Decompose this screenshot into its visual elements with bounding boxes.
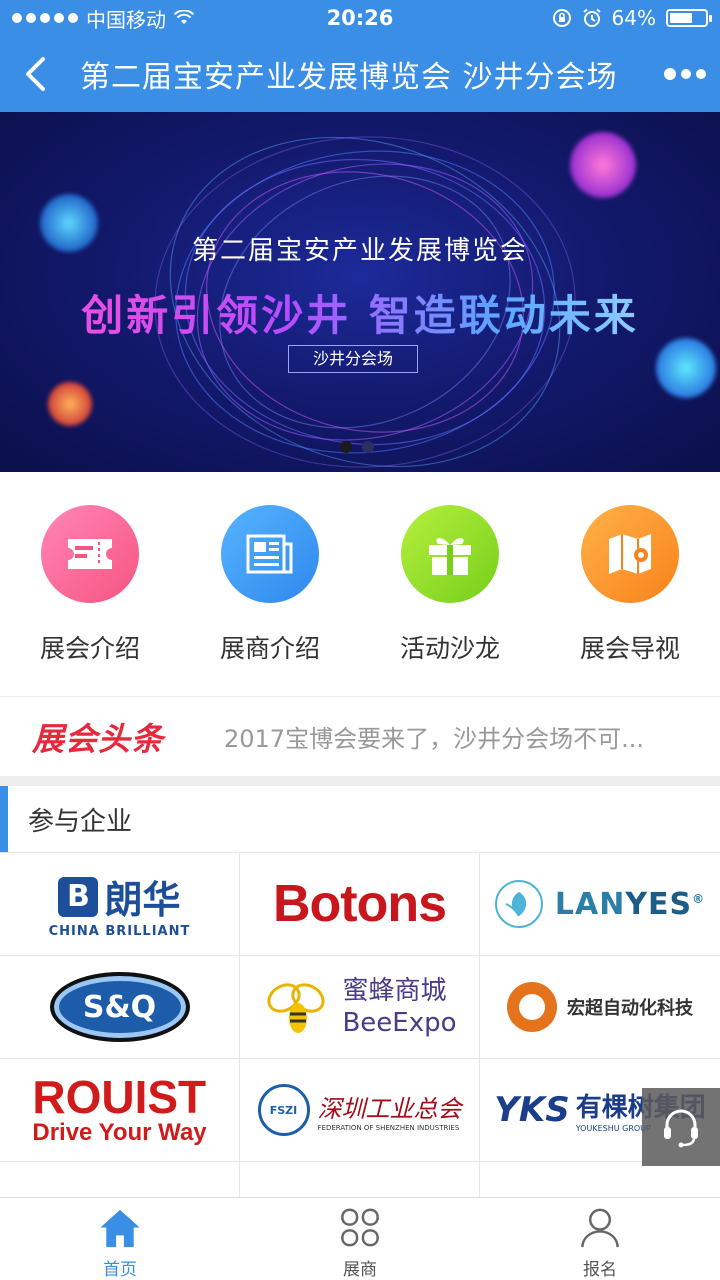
back-button[interactable] [0,36,70,112]
wifi-icon [174,10,194,24]
more-dot-icon [681,69,691,79]
gift-icon [401,505,499,603]
company-sq[interactable]: S&Q [0,956,240,1059]
tab-label: 首页 [103,1260,137,1280]
beeexpo-logo: 蜜蜂商城 BeeExpo [262,975,457,1039]
headline-ticker[interactable]: 展会头条 2017宝博会要来了，沙井分会场不可... [0,696,720,776]
company-hongchao[interactable]: 宏超自动化科技 [480,956,720,1059]
fszi-name-cn: 深圳工业总会 [317,1094,462,1123]
feature-label: 展商介绍 [219,634,320,663]
lanyes-logo: LANYES® [494,880,706,928]
banner-tag: 沙井分会场 [288,345,418,373]
signal-strength-icon [12,13,78,23]
battery-fill [670,13,692,23]
company-partial-1[interactable]: ╲ [0,1162,240,1197]
feature-label: 展会介绍 [39,634,140,663]
banner-carousel[interactable]: 第二届宝安产业发展博览会 创新引领沙井 智造联动未来 沙井分会场 [0,112,720,472]
company-botons[interactable]: Botons [240,853,480,956]
battery-icon [666,9,712,27]
customer-service-button[interactable] [642,1088,720,1166]
tab-bar: 首页 展商 报名 [0,1197,720,1280]
carousel-dot[interactable] [362,441,374,453]
company-grid: B 朗华 CHINA BRILLIANT Botons LANYES® S&Q … [0,852,720,1197]
newspaper-icon [221,505,319,603]
tab-label: 展商 [343,1260,377,1280]
lanyes-name-b: YES [625,886,693,922]
hongchao-logo: 宏超自动化科技 [507,982,693,1032]
company-beeexpo[interactable]: 蜜蜂商城 BeeExpo [240,956,480,1059]
company-partial-3[interactable]: ▔▔ ▁ ▔▔ [480,1162,720,1197]
section-header: 参与企业 [0,786,720,852]
tab-register[interactable]: 报名 [480,1198,720,1280]
rotation-lock-icon [552,9,571,27]
battery-percent: 64% [611,6,656,30]
rouist-name: ROUIST [32,1071,207,1123]
company-partial-2[interactable] [240,1162,480,1197]
company-langhua[interactable]: B 朗华 CHINA BRILLIANT [0,853,240,956]
langhua-name: 朗华 [104,878,181,922]
headline-text[interactable]: 2017宝博会要来了，沙井分会场不可... [224,719,644,754]
back-arrow-icon [26,57,45,91]
divider [0,776,720,786]
tab-home[interactable]: 首页 [0,1198,240,1280]
company-rouist[interactable]: ROUIST Drive Your Way [0,1059,240,1162]
feature-exhibitor-intro[interactable]: 展商介绍 [180,472,360,696]
beeexpo-name-en: BeeExpo [342,1008,457,1038]
feature-label: 活动沙龙 [399,634,500,663]
hongchao-mark-icon [507,982,557,1032]
feature-expo-intro[interactable]: 展会介绍 [0,472,180,696]
rouist-logo: ROUIST Drive Your Way [32,1074,206,1146]
feature-label: 展会导视 [579,634,680,663]
section-title: 参与企业 [28,806,133,837]
ticket-icon [41,505,139,603]
carousel-dot[interactable] [340,441,352,453]
phone-screen: 中国移动 20:26 64% 第二届宝安产业发展博览会 沙井分会场 第二届宝安产… [0,0,720,1280]
page-title: 第二届宝安产业发展博览会 沙井分会场 [80,60,618,95]
tab-label: 报名 [583,1260,617,1280]
registered-mark: ® [692,891,706,906]
langhua-subtitle: CHINA BRILLIANT [48,924,191,939]
lanyes-name-a: LAN [554,886,626,922]
feature-activities[interactable]: 活动沙龙 [360,472,540,696]
fszi-logo: FSZI 深圳工业总会 FEDERATION OF SHENZHEN INDUS… [257,1084,462,1136]
beeexpo-name-cn: 蜜蜂商城 [342,976,447,1006]
section-accent-bar [0,786,8,852]
rouist-slogan: Drive Your Way [32,1119,207,1146]
langhua-logo-mark: B [58,876,99,917]
grid-icon [341,1208,379,1247]
navigation-bar: 第二届宝安产业发展博览会 沙井分会场 [0,36,720,112]
banner-slogan: 创新引领沙井 智造联动未来 [0,282,720,343]
banner-title: 第二届宝安产业发展博览会 [191,236,528,266]
home-icon [100,1209,140,1248]
status-bar: 中国移动 20:26 64% [0,0,720,36]
leaf-icon [494,880,543,928]
headline-logo: 展会头条 [32,719,165,758]
feature-expo-guide[interactable]: 展会导视 [540,472,720,696]
more-dot-icon [664,68,676,80]
tab-exhibitors[interactable]: 展商 [240,1198,480,1280]
sq-logo: S&Q [49,972,190,1042]
youkeshu-mark: YKS [494,1090,570,1130]
map-icon [581,505,679,603]
botons-logo: Botons [272,875,447,933]
company-fszi[interactable]: FSZI 深圳工业总会 FEDERATION OF SHENZHEN INDUS… [240,1059,480,1162]
feature-menu: 展会介绍 展商介绍 活动沙龙 展会导视 [0,472,720,696]
carousel-indicator [340,441,374,453]
headset-icon [664,1109,698,1148]
langhua-logo: B 朗华 CHINA BRILLIANT [49,869,191,939]
more-dot-icon [696,69,706,79]
alarm-icon [582,8,601,27]
fszi-name-en: FEDERATION OF SHENZHEN INDUSTRIES [317,1123,460,1132]
company-lanyes[interactable]: LANYES® [480,853,720,956]
more-button[interactable] [650,36,720,112]
carrier-name: 中国移动 [86,7,166,32]
fszi-seal: FSZI [257,1084,310,1136]
hongchao-name: 宏超自动化科技 [567,998,693,1019]
bee-icon [267,983,326,1033]
user-icon [581,1208,619,1248]
